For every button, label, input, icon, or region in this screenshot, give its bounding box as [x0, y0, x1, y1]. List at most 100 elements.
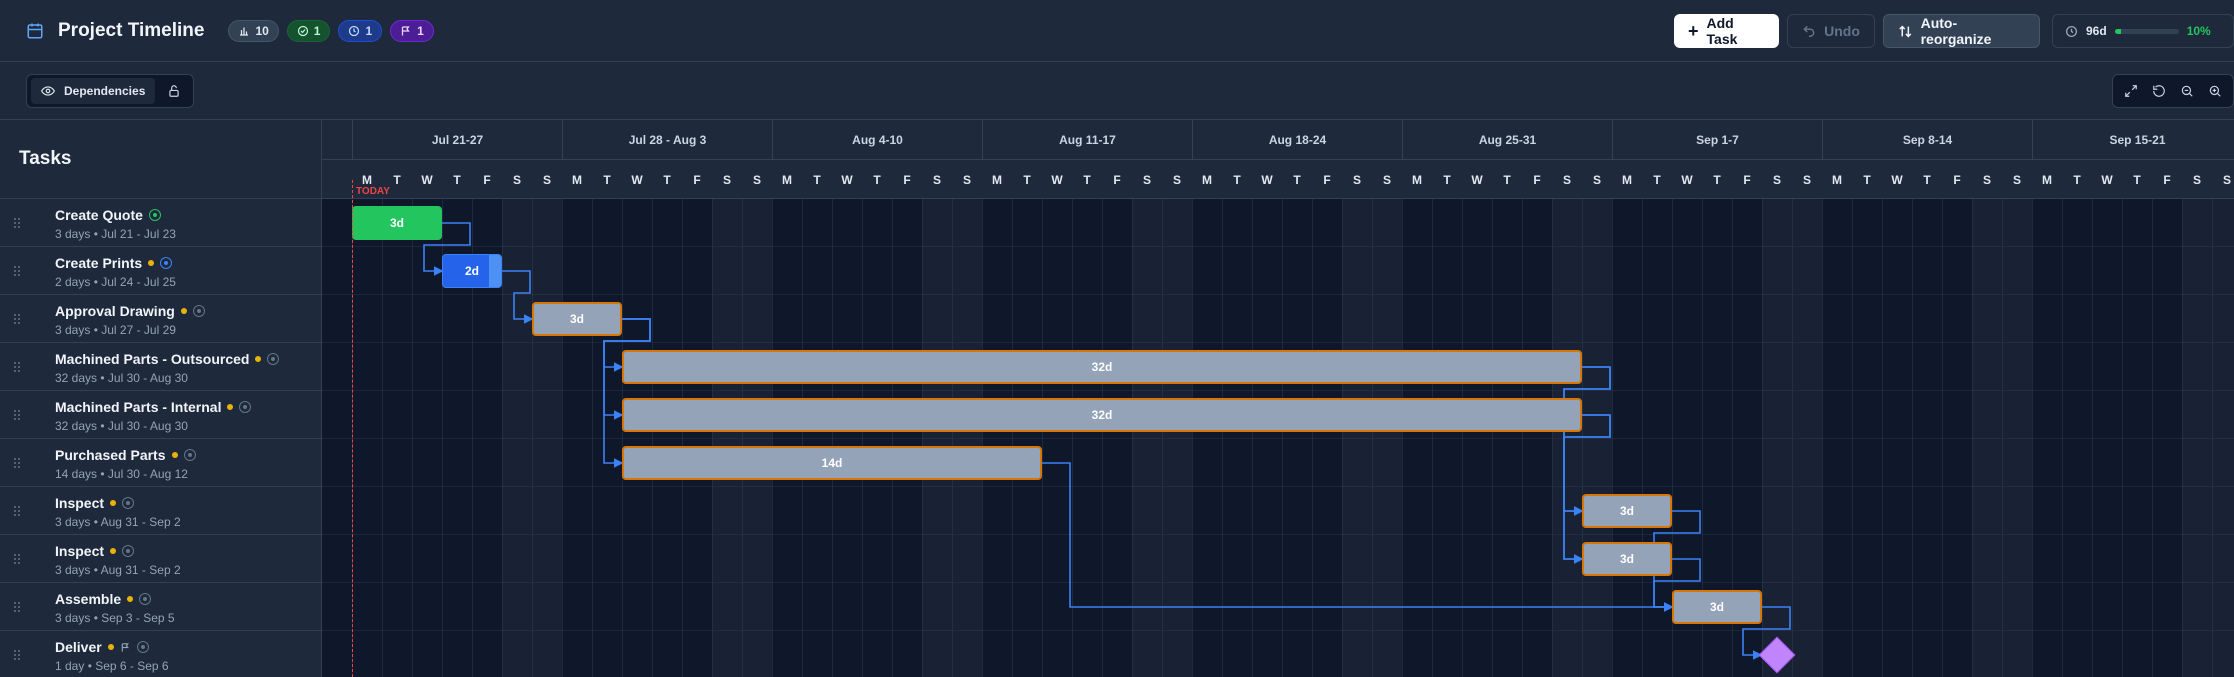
task-bar[interactable]: 32d [622, 398, 1582, 432]
task-name: Inspect [55, 495, 105, 511]
bar-duration-label: 3d [1709, 600, 1724, 614]
status-icon[interactable] [239, 401, 252, 413]
sort-arrows-icon [1899, 25, 1912, 37]
today-label: TODAY [356, 186, 390, 197]
auto-reorganize-button[interactable]: Auto-reorganize [1883, 14, 2040, 48]
dependencies-toggle[interactable]: Dependencies [31, 78, 156, 104]
drag-handle-icon[interactable] [13, 361, 21, 373]
status-icon[interactable] [183, 449, 196, 461]
fit-to-screen-button[interactable] [2117, 78, 2145, 104]
task-meta: 3 days • Jul 27 - Jul 29 [55, 323, 176, 337]
day-label: S [1562, 172, 1571, 187]
week-header: Jul 21-27 Jul 28 - Aug 3 Aug 4-10 Aug 11-17… [322, 120, 2234, 160]
row-band [322, 487, 2234, 535]
badge-in-progress: 1 [338, 20, 383, 42]
status-icon[interactable] [148, 209, 161, 221]
task-bar[interactable]: 3d [1582, 542, 1672, 576]
zoom-in-icon [2209, 85, 2221, 97]
day-label: W [631, 172, 643, 187]
lock-button[interactable] [159, 78, 189, 104]
status-icon[interactable] [136, 641, 149, 653]
task-bar[interactable]: 3d [1582, 494, 1672, 528]
task-row[interactable]: Create Prints 2 days • Jul 24 - Jul 25 [0, 247, 322, 295]
undo-button[interactable]: Undo [1787, 14, 1875, 48]
task-name-line: Create Prints [55, 255, 173, 271]
task-row[interactable]: Machined Parts - Outsourced 32 days • Ju… [0, 343, 322, 391]
drag-handle-icon[interactable] [13, 217, 21, 229]
task-row[interactable]: Purchased Parts 14 days • Jul 30 - Aug 1… [0, 439, 322, 487]
task-name-line: Inspect [55, 495, 135, 511]
task-name-line: Machined Parts - Internal [55, 399, 252, 415]
bar-duration-label: 32d [1091, 360, 1113, 374]
unlock-icon [169, 85, 180, 97]
bar-duration-label: 3d [1619, 504, 1634, 518]
drag-handle-icon[interactable] [13, 265, 21, 277]
task-bar[interactable]: 3d [1672, 590, 1762, 624]
task-row[interactable]: Inspect 3 days • Aug 31 - Sep 2 [0, 535, 322, 583]
task-bar[interactable]: 2d [442, 254, 502, 288]
bar-duration-label: 14d [821, 456, 843, 470]
task-row[interactable]: Machined Parts - Internal 32 days • Jul … [0, 391, 322, 439]
task-bar[interactable]: 3d [352, 206, 442, 240]
task-bar[interactable]: 3d [532, 302, 622, 336]
day-label: F [1743, 172, 1751, 187]
day-label: M [572, 172, 582, 187]
task-row[interactable]: Deliver 1 day • Sep 6 - Sep 6 [0, 631, 322, 677]
day-label: S [1592, 172, 1601, 187]
day-label: F [1113, 172, 1121, 187]
day-label: T [1713, 172, 1721, 187]
task-bar[interactable]: 32d [622, 350, 1582, 384]
status-icon[interactable] [192, 305, 205, 317]
drag-handle-icon[interactable] [13, 553, 21, 565]
page-title: Project Timeline [58, 20, 205, 41]
day-label: F [483, 172, 491, 187]
status-icon[interactable] [122, 497, 135, 509]
drag-handle-icon[interactable] [13, 505, 21, 517]
drag-handle-icon[interactable] [13, 457, 21, 469]
row-band [322, 247, 2234, 295]
task-row[interactable]: Approval Drawing 3 days • Jul 27 - Jul 2… [0, 295, 322, 343]
task-row[interactable]: Create Quote 3 days • Jul 21 - Jul 23 [0, 199, 322, 247]
drag-handle-icon[interactable] [13, 649, 21, 661]
status-icon[interactable] [122, 545, 135, 557]
task-row[interactable]: Assemble 3 days • Sep 3 - Sep 5 [0, 583, 322, 631]
status-icon[interactable] [139, 593, 152, 605]
drag-handle-icon[interactable] [13, 601, 21, 613]
check-circle-icon [297, 25, 308, 37]
task-meta: 3 days • Jul 21 - Jul 23 [55, 227, 176, 241]
flag-icon [402, 26, 410, 36]
add-task-label: Add Task [1706, 15, 1738, 47]
drag-handle-icon[interactable] [13, 313, 21, 325]
drag-handle-icon[interactable] [13, 409, 21, 421]
priority-dot-icon [148, 260, 155, 266]
day-label: S [1382, 172, 1391, 187]
task-row[interactable]: Inspect 3 days • Aug 31 - Sep 2 [0, 487, 322, 535]
day-label: S [1172, 172, 1181, 187]
badge-milestones-label: 1 [417, 24, 424, 38]
day-label: W [1681, 172, 1693, 187]
add-task-button[interactable]: + Add Task [1674, 14, 1779, 48]
priority-dot-icon [227, 404, 234, 410]
task-meta: 32 days • Jul 30 - Aug 30 [55, 419, 188, 433]
day-label: S [1802, 172, 1811, 187]
day-label: W [1051, 172, 1063, 187]
zoom-out-button[interactable] [2173, 78, 2201, 104]
priority-dot-icon [110, 500, 117, 506]
bar-duration-label: 3d [389, 216, 404, 230]
week-label: Jul 21-27 [352, 120, 562, 160]
day-label: F [1323, 172, 1331, 187]
status-icon[interactable] [267, 353, 280, 365]
task-name: Purchased Parts [55, 447, 166, 463]
row-band [322, 439, 2234, 487]
task-name: Create Prints [55, 255, 143, 271]
zoom-in-button[interactable] [2201, 78, 2229, 104]
day-label: S [722, 172, 731, 187]
reset-view-button[interactable] [2145, 78, 2173, 104]
task-bar[interactable]: 14d [622, 446, 1042, 480]
day-label: W [841, 172, 853, 187]
status-icon[interactable] [160, 257, 173, 269]
undo-icon [1803, 25, 1815, 37]
row-band [322, 631, 2234, 677]
day-label: S [1772, 172, 1781, 187]
tasks-heading: Tasks [0, 120, 322, 199]
